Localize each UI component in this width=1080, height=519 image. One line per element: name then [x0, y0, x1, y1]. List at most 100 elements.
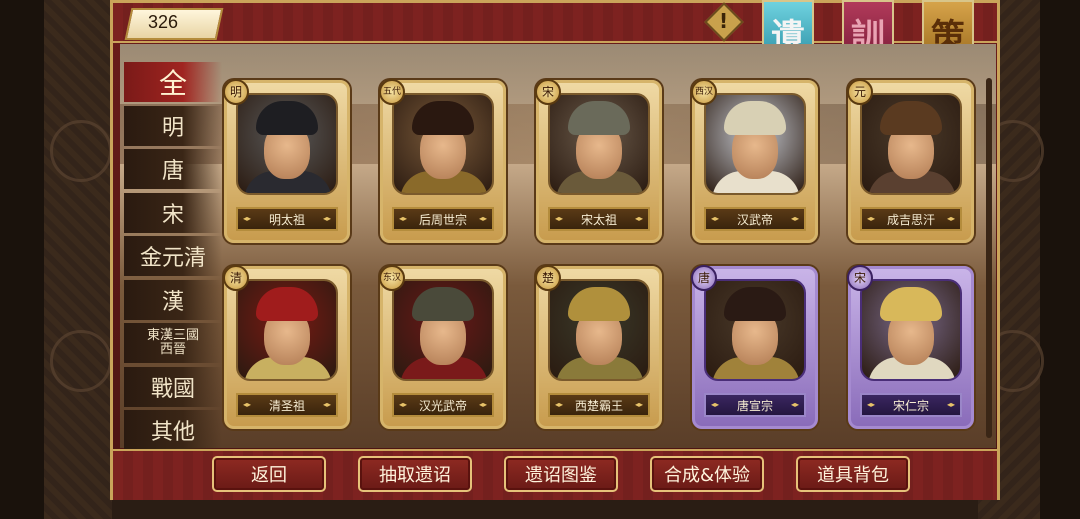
nameplate-arrow-icon: ◂▸	[399, 400, 408, 409]
tab-donghan-sanguo-xijin[interactable]: 東漢三國 西晉	[124, 323, 222, 363]
character-name: ◂▸ 西楚霸王 ◂▸	[548, 393, 650, 417]
tab-han[interactable]: 漢	[124, 279, 222, 320]
back-button[interactable]: 返回	[212, 456, 326, 492]
alert-mark: !	[719, 9, 729, 33]
dynasty-badge: 东汉	[379, 265, 405, 291]
character-card[interactable]: 元 ◂▸ 成吉思汗 ◂▸	[847, 79, 974, 243]
nameplate-arrow-icon: ◂▸	[243, 400, 252, 409]
character-name-text: 清圣祖	[268, 398, 305, 413]
draw-edict-button[interactable]: 抽取遗诏	[358, 456, 472, 492]
nameplate-arrow-icon: ◂▸	[555, 214, 564, 223]
letterbox-left	[0, 0, 44, 519]
nameplate-arrow-icon: ◂▸	[946, 214, 955, 223]
portrait-icon	[860, 93, 962, 195]
portrait-icon	[548, 93, 650, 195]
headwear-shape	[568, 287, 630, 321]
headwear-shape	[724, 101, 786, 135]
tab-ming[interactable]: 明	[124, 105, 222, 146]
portrait-icon	[704, 279, 806, 381]
character-name: ◂▸ 宋太祖 ◂▸	[548, 207, 650, 231]
dragon-ornament-icon	[50, 120, 112, 182]
nameplate-arrow-icon: ◂▸	[634, 400, 643, 409]
nameplate-arrow-icon: ◂▸	[867, 400, 876, 409]
portrait-icon	[236, 279, 338, 381]
inventory-button[interactable]: 道具背包	[796, 456, 910, 492]
character-card[interactable]: 明 ◂▸ 明太祖 ◂▸	[223, 79, 350, 243]
compose-experience-button[interactable]: 合成&体验	[650, 456, 764, 492]
tab-jin-yuan-qing[interactable]: 金元清	[124, 236, 222, 276]
nameplate-arrow-icon: ◂▸	[790, 214, 799, 223]
nameplate-arrow-icon: ◂▸	[322, 400, 331, 409]
character-name-text: 后周世宗	[418, 212, 467, 227]
portrait-icon	[548, 279, 650, 381]
portrait-icon	[392, 93, 494, 195]
character-name: ◂▸ 宋仁宗 ◂▸	[860, 393, 962, 417]
character-name: ◂▸ 清圣祖 ◂▸	[236, 393, 338, 417]
edict-gallery-button[interactable]: 遗诏图鉴	[504, 456, 618, 492]
nameplate-arrow-icon: ◂▸	[322, 214, 331, 223]
nameplate-arrow-icon: ◂▸	[555, 400, 564, 409]
nameplate-arrow-icon: ◂▸	[478, 400, 487, 409]
dynasty-badge: 宋	[535, 79, 561, 105]
tab-tang[interactable]: 唐	[124, 149, 222, 189]
tab-other[interactable]: 其他	[124, 410, 222, 450]
nameplate-arrow-icon: ◂▸	[634, 214, 643, 223]
character-name-text: 明太祖	[268, 212, 305, 227]
currency-value: 326	[148, 12, 179, 32]
character-name-text: 宋仁宗	[892, 398, 929, 413]
dynasty-badge: 清	[223, 265, 249, 291]
side-decoration-left	[44, 0, 112, 519]
character-name: ◂▸ 汉武帝 ◂▸	[704, 207, 806, 231]
nameplate-arrow-icon: ◂▸	[478, 214, 487, 223]
headwear-shape	[412, 287, 474, 321]
dragon-ornament-icon	[50, 330, 112, 392]
nameplate-arrow-icon: ◂▸	[711, 400, 720, 409]
character-name: ◂▸ 唐宣宗 ◂▸	[704, 393, 806, 417]
character-name: ◂▸ 明太祖 ◂▸	[236, 207, 338, 231]
dynasty-badge: 西汉	[691, 79, 717, 105]
character-name-text: 宋太祖	[580, 212, 617, 227]
dynasty-tab-list: 全 明 唐 宋 金元清 漢 東漢三國 西晉 戰國 其他	[124, 62, 222, 454]
headwear-shape	[880, 101, 942, 135]
nameplate-arrow-icon: ◂▸	[243, 214, 252, 223]
nameplate-arrow-icon: ◂▸	[946, 400, 955, 409]
dynasty-badge: 唐	[691, 265, 717, 291]
dynasty-badge: 明	[223, 79, 249, 105]
dynasty-badge: 五代	[379, 79, 405, 105]
character-card[interactable]: 宋 ◂▸ 宋仁宗 ◂▸	[847, 265, 974, 429]
headwear-shape	[880, 287, 942, 321]
character-card[interactable]: 楚 ◂▸ 西楚霸王 ◂▸	[535, 265, 662, 429]
character-name-text: 成吉思汗	[886, 212, 935, 227]
scrollbar[interactable]	[986, 78, 992, 438]
nameplate-arrow-icon: ◂▸	[867, 214, 876, 223]
dynasty-badge: 元	[847, 79, 873, 105]
nameplate-arrow-icon: ◂▸	[790, 400, 799, 409]
tab-all[interactable]: 全	[124, 62, 222, 102]
character-card[interactable]: 东汉 ◂▸ 汉光武帝 ◂▸	[379, 265, 506, 429]
tab-song[interactable]: 宋	[124, 192, 222, 233]
dynasty-badge: 宋	[847, 265, 873, 291]
character-card[interactable]: 清 ◂▸ 清圣祖 ◂▸	[223, 265, 350, 429]
portrait-icon	[236, 93, 338, 195]
character-card[interactable]: 唐 ◂▸ 唐宣宗 ◂▸	[691, 265, 818, 429]
character-name-text: 汉武帝	[736, 212, 773, 227]
portrait-icon	[860, 279, 962, 381]
dynasty-badge: 楚	[535, 265, 561, 291]
headwear-shape	[412, 101, 474, 135]
character-name: ◂▸ 汉光武帝 ◂▸	[392, 393, 494, 417]
nameplate-arrow-icon: ◂▸	[711, 214, 720, 223]
character-name-text: 汉光武帝	[418, 398, 467, 413]
headwear-shape	[724, 287, 786, 321]
headwear-shape	[568, 101, 630, 135]
portrait-icon	[392, 279, 494, 381]
portrait-icon	[704, 93, 806, 195]
letterbox-right	[1040, 0, 1080, 519]
character-card[interactable]: 宋 ◂▸ 宋太祖 ◂▸	[535, 79, 662, 243]
character-name: ◂▸ 成吉思汗 ◂▸	[860, 207, 962, 231]
tab-zhanguo[interactable]: 戰國	[124, 366, 222, 407]
character-name-text: 西楚霸王	[574, 398, 623, 413]
character-card[interactable]: 西汉 ◂▸ 汉武帝 ◂▸	[691, 79, 818, 243]
headwear-shape	[256, 101, 318, 135]
headwear-shape	[256, 287, 318, 321]
character-card[interactable]: 五代 ◂▸ 后周世宗 ◂▸	[379, 79, 506, 243]
